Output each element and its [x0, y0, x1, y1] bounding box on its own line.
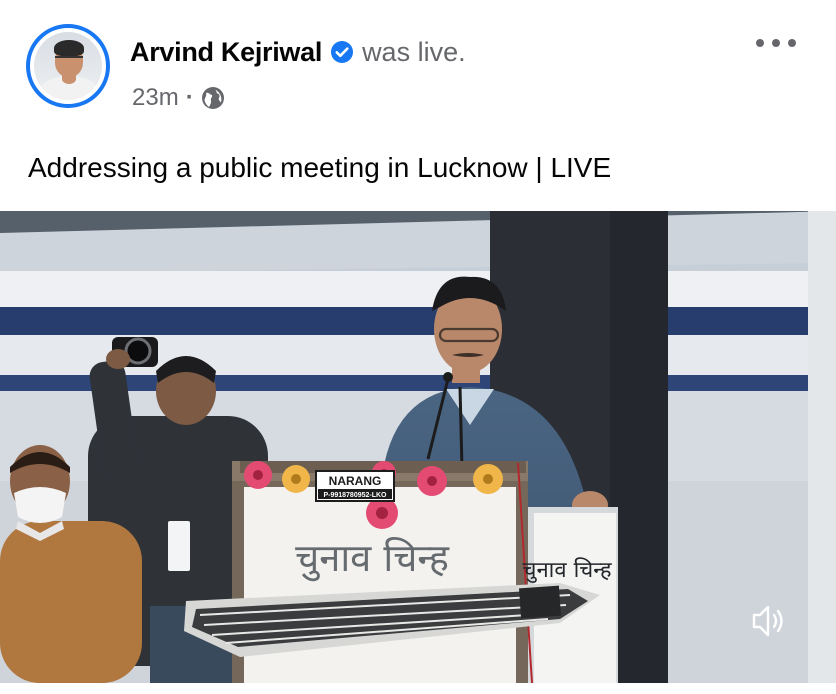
- author-name[interactable]: Arvind Kejriwal: [130, 37, 322, 68]
- post-timestamp[interactable]: 23m: [132, 84, 179, 112]
- side-board-text: चुनाव चिन्ह: [522, 557, 611, 583]
- more-options-dot: [772, 39, 780, 47]
- post-text: Addressing a public meeting in Lucknow |…: [28, 152, 612, 183]
- sign-narang: NARANG: [329, 474, 382, 488]
- meta-separator: ·: [185, 84, 194, 111]
- podium-text: चुनाव चिन्ह: [295, 536, 450, 582]
- avatar[interactable]: [34, 32, 102, 100]
- verified-badge-icon: [330, 40, 354, 64]
- more-options-dot: [788, 39, 796, 47]
- sign-phone: P-9918780952-LKO: [323, 492, 387, 499]
- live-status-text: was live.: [362, 36, 466, 67]
- live-video[interactable]: NARANG P-9918780952-LKO चुनाव चिन्ह चुना…: [0, 211, 836, 683]
- video-frame: NARANG P-9918780952-LKO चुनाव चिन्ह चुना…: [0, 211, 836, 683]
- profile-avatar-live-ring[interactable]: [26, 24, 110, 108]
- speaker-muted-icon: [752, 605, 783, 637]
- more-options-dot: [756, 39, 764, 47]
- globe-icon[interactable]: [201, 86, 225, 110]
- post-meta: 23m ·: [132, 82, 225, 114]
- mute-toggle-button[interactable]: [744, 599, 792, 643]
- author-line: Arvind Kejriwal was live.: [130, 34, 466, 70]
- post-header: Arvind Kejriwal was live. 23m ·: [0, 0, 836, 130]
- more-options-button[interactable]: [756, 36, 796, 50]
